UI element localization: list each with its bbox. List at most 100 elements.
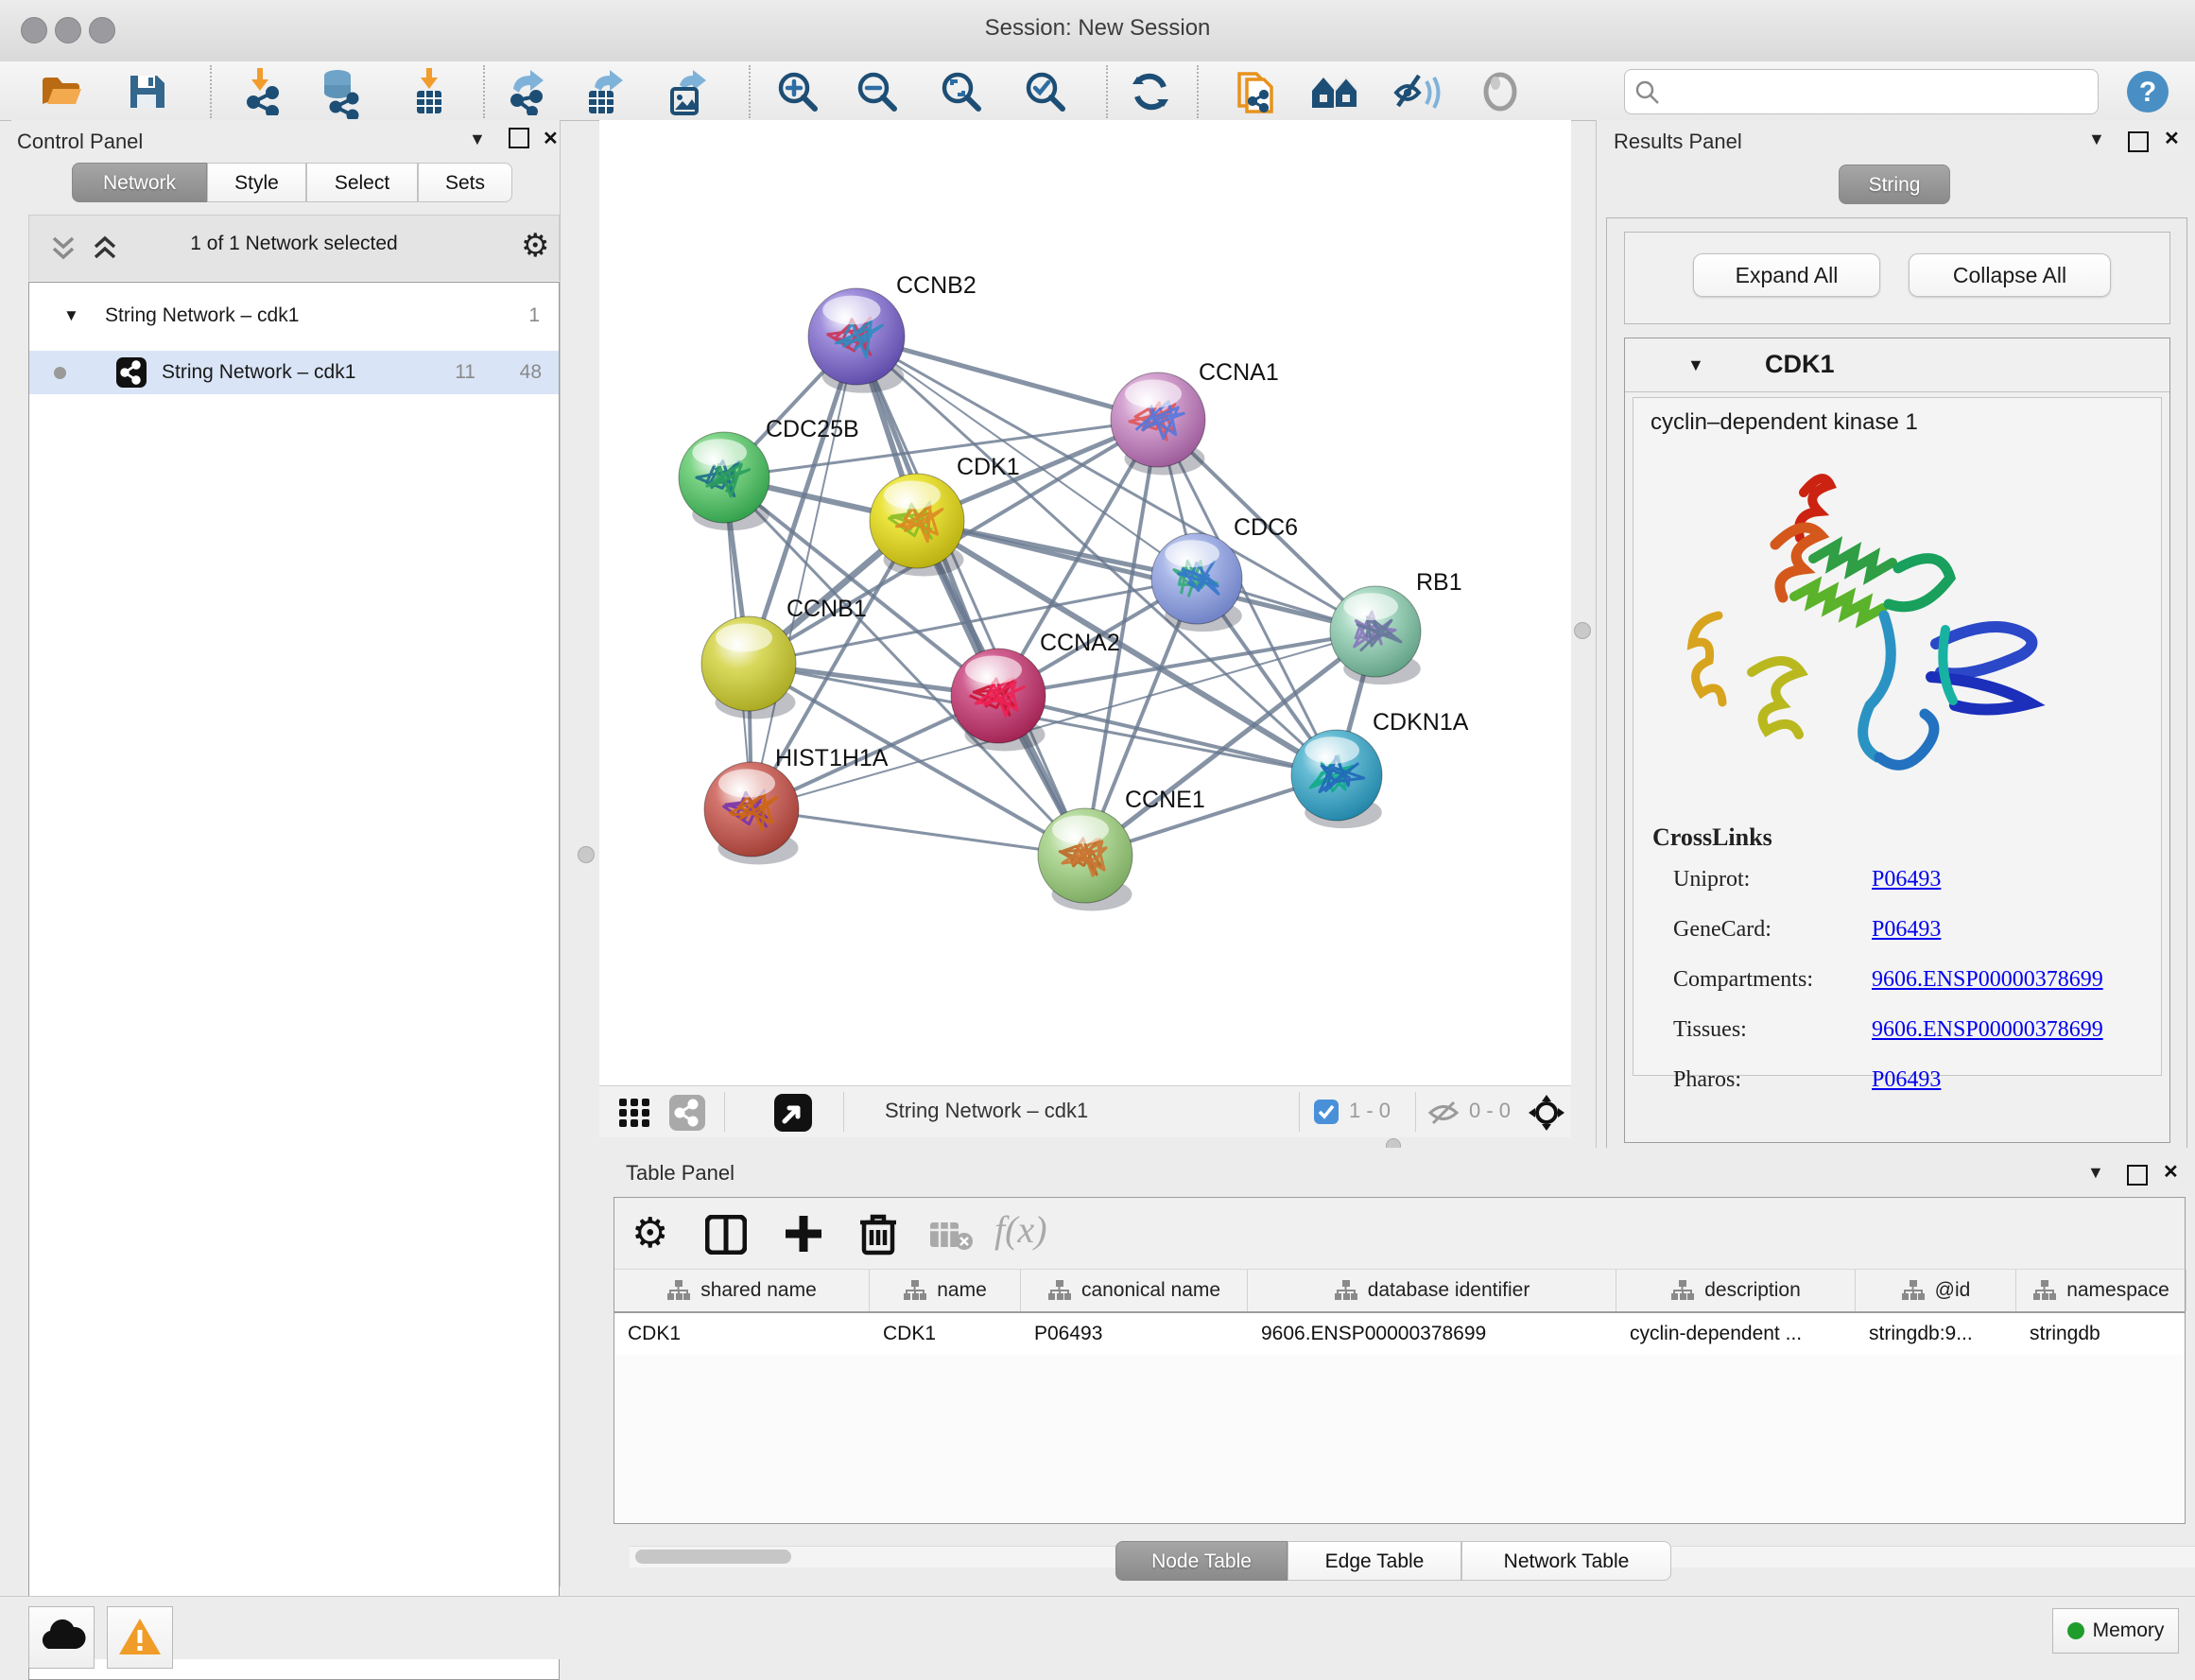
table-cell[interactable]: 9606.ENSP00000378699 <box>1248 1313 1616 1355</box>
tab-edge-table[interactable]: Edge Table <box>1288 1541 1461 1581</box>
export-table-icon <box>581 68 629 115</box>
network-selected-status: 1 of 1 Network selected <box>29 233 559 255</box>
tab-network[interactable]: Network <box>72 163 207 202</box>
node-gloss <box>1052 816 1109 844</box>
results-panel-float-button[interactable] <box>2128 131 2149 152</box>
gene-description: cyclin–dependent kinase 1 <box>1651 409 1918 436</box>
crosslink-value-link[interactable]: 9606.ENSP00000378699 <box>1872 967 2103 993</box>
right-splitter-handle[interactable] <box>1574 622 1591 639</box>
detach-view-icon[interactable] <box>774 1094 812 1132</box>
network-view[interactable]: CCNB2CCNA1CDC25BCDK1CDC6RB1CCNB1CCNA2CDK… <box>599 120 1571 1137</box>
node-gloss <box>1305 736 1359 764</box>
birds-eye-grid-icon[interactable] <box>618 1098 650 1128</box>
network-edge[interactable] <box>998 696 1337 775</box>
table-cell[interactable]: CDK1 <box>870 1313 1021 1355</box>
create-column-plus-icon[interactable] <box>783 1213 824 1255</box>
crosslink-value-link[interactable]: 9606.ENSP00000378699 <box>1872 1017 2103 1043</box>
string-panel-toggle-icon[interactable] <box>669 1095 705 1131</box>
network-edge[interactable] <box>917 521 1375 632</box>
search-input[interactable] <box>1624 69 2099 114</box>
zoom-selected-button[interactable] <box>1022 68 1069 115</box>
table-toolbar: ⚙ f(x) <box>614 1198 2185 1269</box>
refresh-button[interactable] <box>1127 68 1174 115</box>
selected-checkbox-icon[interactable] <box>1314 1100 1339 1124</box>
export-image-button[interactable] <box>665 68 712 115</box>
table-panel-close-button[interactable]: ✕ <box>2163 1160 2179 1184</box>
crosslink-value-link[interactable]: P06493 <box>1872 917 1941 943</box>
tab-select[interactable]: Select <box>306 163 418 202</box>
save-session-button[interactable] <box>123 68 170 115</box>
table-settings-gear-icon[interactable]: ⚙ <box>631 1209 668 1257</box>
table-cell[interactable]: cyclin-dependent ... <box>1616 1313 1856 1355</box>
crosslink-row: Tissues:9606.ENSP00000378699 <box>1673 1017 2146 1043</box>
show-columns-icon[interactable] <box>705 1215 747 1255</box>
hide-selected-button[interactable] <box>1392 68 1440 115</box>
node-label-CDKN1A: CDKN1A <box>1373 709 1469 736</box>
column-header-shared-name[interactable]: shared name <box>614 1270 870 1311</box>
network-edge[interactable] <box>856 337 1085 856</box>
node-gloss <box>822 296 880 325</box>
network-edge[interactable] <box>752 809 1085 856</box>
cloud-status-button[interactable] <box>28 1606 95 1669</box>
zoom-in-icon <box>774 68 821 115</box>
export-table-button[interactable] <box>581 68 629 115</box>
results-panel-menu-caret[interactable]: ▼ <box>2088 130 2105 149</box>
tree-expander-icon[interactable]: ▼ <box>63 294 79 338</box>
hidden-eye-icon[interactable] <box>1427 1100 1460 1126</box>
tab-sets[interactable]: Sets <box>418 163 512 202</box>
control-panel-close-button[interactable]: ✕ <box>543 127 559 150</box>
help-button[interactable]: ? <box>2125 69 2170 114</box>
column-header-canonical-name[interactable]: canonical name <box>1021 1270 1248 1311</box>
gene-expander-icon[interactable]: ▼ <box>1687 355 1704 375</box>
column-header-description[interactable]: description <box>1616 1270 1856 1311</box>
table-cell[interactable]: stringdb:9... <box>1856 1313 2016 1355</box>
protein-structure-image <box>1662 455 2059 795</box>
table-panel-menu-caret[interactable]: ▼ <box>2087 1163 2104 1183</box>
column-hierarchy-icon <box>1334 1279 1358 1302</box>
network-row-selected[interactable]: String Network – cdk1 11 48 <box>29 351 559 394</box>
expand-all-button[interactable]: Expand All <box>1693 253 1880 297</box>
import-network-button[interactable] <box>238 68 285 115</box>
control-panel-float-button[interactable] <box>509 128 529 148</box>
column-header-namespace[interactable]: namespace <box>2016 1270 2186 1311</box>
crosslink-value-link[interactable]: P06493 <box>1872 1067 1941 1093</box>
tab-network-table[interactable]: Network Table <box>1461 1541 1671 1581</box>
delete-column-trash-icon[interactable] <box>858 1211 898 1256</box>
fit-content-crosshair-icon[interactable] <box>1528 1094 1565 1132</box>
tab-string-results[interactable]: String <box>1839 165 1950 204</box>
network-collection-row[interactable]: ▼ String Network – cdk1 1 <box>29 294 559 338</box>
column-header-database-identifier[interactable]: database identifier <box>1248 1270 1616 1311</box>
open-session-button[interactable] <box>38 68 85 115</box>
left-splitter-handle[interactable] <box>578 846 595 863</box>
control-panel-menu-caret[interactable]: ▼ <box>469 130 486 149</box>
network-options-gear-icon[interactable]: ⚙ <box>521 227 549 265</box>
crosslink-value-link[interactable]: P06493 <box>1872 867 1941 892</box>
column-header--id[interactable]: @id <box>1856 1270 2016 1311</box>
table-cell[interactable]: P06493 <box>1021 1313 1248 1355</box>
export-network-button[interactable] <box>504 68 551 115</box>
table-panel-float-button[interactable] <box>2127 1165 2148 1186</box>
zoom-fit-button[interactable] <box>938 68 985 115</box>
network-canvas[interactable]: CCNB2CCNA1CDC25BCDK1CDC6RB1CCNB1CCNA2CDK… <box>599 120 1571 1085</box>
results-panel-close-button[interactable]: ✕ <box>2164 127 2180 150</box>
results-outer-box: Expand All Collapse All ▼ CDK1 cyclin–de… <box>1606 217 2187 1261</box>
network-edge[interactable] <box>752 337 856 809</box>
import-table-button[interactable] <box>406 68 453 115</box>
table-cell[interactable]: CDK1 <box>614 1313 870 1355</box>
memory-button[interactable]: Memory <box>2052 1608 2179 1654</box>
show-all-button[interactable] <box>1477 68 1524 115</box>
table-row[interactable]: CDK1CDK1P064939606.ENSP00000378699cyclin… <box>614 1313 2185 1355</box>
horizontal-scrollbar-thumb[interactable] <box>635 1550 791 1564</box>
tab-style[interactable]: Style <box>207 163 306 202</box>
table-cell[interactable]: stringdb <box>2016 1313 2186 1355</box>
warning-status-button[interactable] <box>107 1606 173 1669</box>
column-header-name[interactable]: name <box>870 1270 1021 1311</box>
import-network-from-database-button[interactable] <box>315 68 362 115</box>
zoom-out-button[interactable] <box>854 68 901 115</box>
first-neighbors-button[interactable] <box>1309 68 1357 115</box>
collapse-all-button[interactable]: Collapse All <box>1909 253 2111 297</box>
clone-network-button[interactable] <box>1232 68 1279 115</box>
tab-node-table[interactable]: Node Table <box>1115 1541 1288 1581</box>
zoom-in-button[interactable] <box>774 68 821 115</box>
column-hierarchy-icon <box>903 1279 927 1302</box>
